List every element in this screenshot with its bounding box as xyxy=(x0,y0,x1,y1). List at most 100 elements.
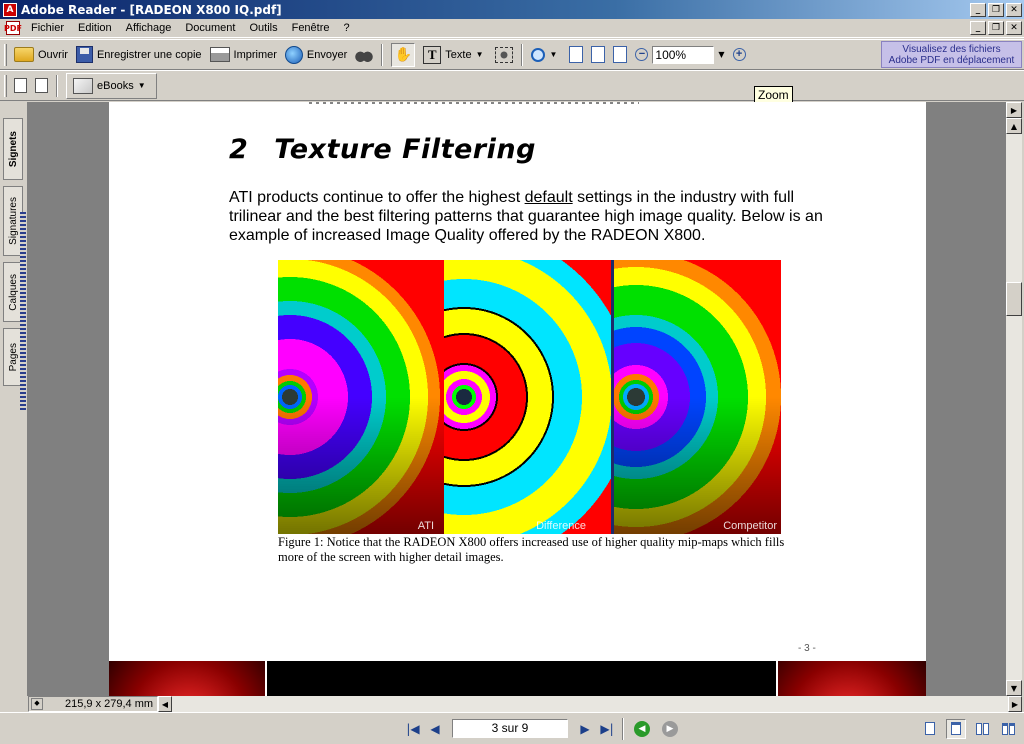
save-copy-button[interactable]: Enregistrer une copie xyxy=(72,43,206,67)
doc-restore-button[interactable]: ❐ xyxy=(988,21,1004,35)
ebooks-button[interactable]: eBooks ▼ xyxy=(66,72,157,99)
scroll-up-icon[interactable]: ▲ xyxy=(1006,118,1022,134)
fit-page-icon xyxy=(591,46,606,63)
figure-label-competitor: Competitor xyxy=(723,520,777,532)
horizontal-scrollbar[interactable] xyxy=(172,696,1008,712)
zoom-tool-button[interactable]: ▼ xyxy=(527,43,565,67)
folder-icon xyxy=(14,47,34,62)
scrollbar-thumb[interactable] xyxy=(1006,282,1022,316)
menu-help[interactable]: ? xyxy=(337,22,357,34)
document-view[interactable]: 2 Texture Filtering ATI products continue… xyxy=(28,102,1006,696)
toolbar-grip[interactable] xyxy=(4,43,7,66)
nav-pane-splitter[interactable] xyxy=(20,212,26,412)
floppy-disk-icon xyxy=(75,46,93,63)
fit-page-button[interactable] xyxy=(587,43,609,67)
menu-affichage[interactable]: Affichage xyxy=(119,22,179,34)
figure-panel-competitor: Competitor xyxy=(614,260,781,534)
page-number-input[interactable]: 3 sur 9 xyxy=(452,719,568,738)
email-globe-icon xyxy=(284,45,303,64)
zoom-dropdown-chevron-icon[interactable]: ▼ xyxy=(718,50,724,59)
zoom-in-button[interactable]: + xyxy=(729,43,750,67)
previous-text-fragment xyxy=(309,102,639,104)
section-number: 2 xyxy=(229,134,249,165)
next-page-icon[interactable]: ▶ xyxy=(574,719,596,739)
minus-icon: − xyxy=(635,48,649,61)
navbar-separator xyxy=(622,717,624,740)
figure-label-ati: ATI xyxy=(417,520,434,532)
printer-icon xyxy=(209,47,230,62)
menu-bar: PDF Fichier Edition Affichage Document O… xyxy=(0,19,1024,38)
figure-mipmap-comparison: ATI Difference Competitor xyxy=(278,260,781,534)
text-select-button[interactable]: T Texte ▼ xyxy=(419,43,491,67)
section-title: Texture Filtering xyxy=(274,134,536,165)
open-button[interactable]: Ouvrir xyxy=(10,43,72,67)
text-label: Texte xyxy=(445,48,472,61)
figure-panel-difference: Difference xyxy=(444,260,614,534)
menu-outils[interactable]: Outils xyxy=(242,22,284,34)
menu-fichier[interactable]: Fichier xyxy=(24,22,71,34)
adobe-reader-icon: A xyxy=(3,2,17,17)
fit-width-button[interactable] xyxy=(609,43,631,67)
ebook-icon xyxy=(73,77,93,94)
close-button[interactable]: ✕ xyxy=(1006,2,1022,17)
page-navigation-bar: |◀ ◀ 3 sur 9 ▶ ▶| ◀ ▶ xyxy=(0,712,1024,744)
minimize-button[interactable]: _ xyxy=(970,2,986,17)
snapshot-button[interactable] xyxy=(491,43,517,67)
previous-page-icon[interactable]: ◀ xyxy=(424,719,446,739)
scroll-down-icon[interactable]: ▼ xyxy=(1006,680,1022,696)
menu-fenetre[interactable]: Fenêtre xyxy=(285,22,337,34)
para-underlined-word: default xyxy=(524,189,573,206)
page-copy-button[interactable] xyxy=(31,74,52,98)
scroll-left-icon[interactable]: ◀ xyxy=(158,696,172,712)
continuous-facing-layout-icon[interactable] xyxy=(998,719,1018,739)
zoom-out-button[interactable]: − xyxy=(631,43,652,67)
menu-edition[interactable]: Edition xyxy=(71,22,119,34)
status-row: ◆ 215,9 x 279,4 mm ◀ ▶ xyxy=(28,696,1022,712)
single-page-layout-icon[interactable] xyxy=(920,719,940,739)
vertical-scrollbar[interactable]: ▶ ▲ ▼ xyxy=(1006,102,1022,696)
zoom-input[interactable] xyxy=(652,45,715,64)
page-arrow-icon xyxy=(14,78,27,93)
hand-tool-button[interactable]: ✋ xyxy=(387,42,419,67)
figure-label-difference: Difference xyxy=(536,520,586,532)
send-button[interactable]: Envoyer xyxy=(281,43,351,67)
next-view-icon[interactable]: ▶ xyxy=(662,720,678,737)
first-page-icon[interactable]: |◀ xyxy=(402,719,424,739)
promo-line-1: Visualisez des fichiers xyxy=(902,44,1001,55)
promo-line-2: Adobe PDF en déplacement xyxy=(888,55,1015,66)
previous-view-icon[interactable]: ◀ xyxy=(634,720,650,737)
ebooks-label: eBooks xyxy=(97,79,134,92)
page-size-toggle-icon[interactable]: ◆ xyxy=(31,698,43,710)
tab-signatures-label: Signatures xyxy=(7,197,19,245)
restore-button[interactable]: ❐ xyxy=(988,2,1004,17)
actual-size-button[interactable] xyxy=(565,43,587,67)
last-page-icon[interactable]: ▶| xyxy=(596,719,618,739)
continuous-layout-icon[interactable] xyxy=(946,718,966,739)
facing-layout-icon[interactable] xyxy=(972,719,992,739)
search-button[interactable] xyxy=(351,43,377,67)
window-title: Adobe Reader - [RADEON X800 IQ.pdf] xyxy=(21,2,282,17)
pdf-document-icon[interactable]: PDF xyxy=(4,21,22,35)
page-number: - 3 - xyxy=(798,643,816,654)
doc-minimize-button[interactable]: _ xyxy=(970,21,986,35)
scroll-right-icon[interactable]: ▶ xyxy=(1008,696,1022,712)
tab-signets[interactable]: Signets xyxy=(3,118,23,180)
main-toolbar: Ouvrir Enregistrer une copie Imprimer En… xyxy=(0,39,1024,70)
chevron-down-icon[interactable]: ▼ xyxy=(476,50,484,59)
promo-banner[interactable]: Visualisez des fichiers Adobe PDF en dép… xyxy=(881,41,1022,68)
section-heading: 2 Texture Filtering xyxy=(229,134,536,165)
chevron-down-icon[interactable]: ▼ xyxy=(549,50,557,59)
tab-pages-label: Pages xyxy=(7,342,19,372)
split-arrow-icon[interactable]: ▶ xyxy=(1006,102,1022,118)
para-text-start: ATI products continue to offer the highe… xyxy=(229,189,525,206)
navigation-pane: Signets Signatures Calques Pages xyxy=(0,102,28,696)
plus-icon: + xyxy=(732,48,746,61)
page-size-indicator: ◆ 215,9 x 279,4 mm xyxy=(28,696,158,712)
menu-document[interactable]: Document xyxy=(178,22,242,34)
page-extract-button[interactable] xyxy=(10,74,31,98)
doc-close-button[interactable]: ✕ xyxy=(1006,21,1022,35)
print-button[interactable]: Imprimer xyxy=(206,43,281,67)
chevron-down-icon[interactable]: ▼ xyxy=(138,81,146,90)
magnifier-icon xyxy=(531,47,546,62)
toolbar-grip[interactable] xyxy=(4,74,7,97)
